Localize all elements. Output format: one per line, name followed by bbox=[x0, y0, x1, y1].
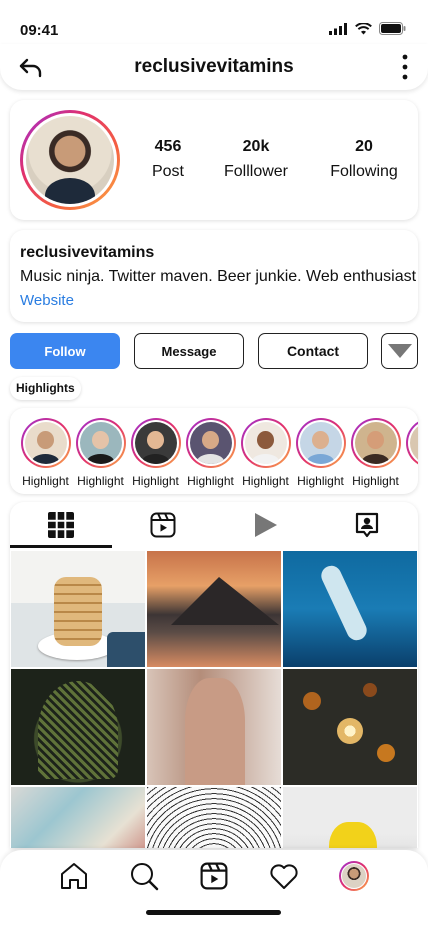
post-thumbnail[interactable] bbox=[146, 550, 282, 668]
content-tabs bbox=[10, 502, 418, 548]
reels-icon bbox=[200, 862, 228, 890]
nav-activity[interactable] bbox=[268, 860, 300, 892]
top-bar: reclusivevitamins bbox=[0, 44, 428, 90]
stat-followers[interactable]: 20k Folllower bbox=[216, 138, 296, 181]
search-icon bbox=[131, 863, 159, 891]
highlight-cover bbox=[189, 422, 232, 464]
tab-videos[interactable] bbox=[214, 502, 316, 548]
highlight-cover bbox=[354, 422, 397, 464]
highlight-item[interactable]: Highlight bbox=[183, 418, 238, 488]
highlight-item[interactable]: Highlight bbox=[18, 418, 73, 488]
highlights-row: Highlight Highlight Highlight Highlight … bbox=[10, 408, 418, 494]
signal-icon bbox=[329, 22, 347, 35]
status-bar: 09:41 bbox=[0, 0, 428, 44]
post-thumbnail[interactable] bbox=[10, 786, 146, 848]
highlight-item[interactable]: Highlight bbox=[73, 418, 128, 488]
post-thumbnail[interactable] bbox=[10, 550, 146, 668]
bio-website-link[interactable]: Website bbox=[20, 292, 74, 309]
stat-label: Following bbox=[330, 163, 398, 180]
suggestions-dropdown-button[interactable] bbox=[381, 333, 418, 369]
nav-profile[interactable] bbox=[338, 860, 370, 892]
battery-icon bbox=[379, 22, 406, 35]
post-thumbnail[interactable] bbox=[282, 550, 418, 668]
more-vertical-icon bbox=[402, 54, 408, 80]
stat-value: 456 bbox=[154, 138, 182, 155]
status-time: 09:41 bbox=[20, 22, 59, 39]
profile-username-title: reclusivevitamins bbox=[134, 56, 294, 77]
profile-card: 456 Post 20k Folllower 20 Following bbox=[10, 100, 418, 220]
post-thumbnail[interactable] bbox=[282, 786, 418, 848]
contact-button[interactable]: Contact bbox=[258, 333, 368, 369]
post-thumbnail[interactable] bbox=[10, 668, 146, 786]
highlight-item[interactable]: Highlight bbox=[293, 418, 348, 488]
highlight-label: Highlight bbox=[187, 474, 234, 488]
heart-icon bbox=[270, 864, 298, 889]
grid-icon bbox=[48, 512, 74, 538]
highlight-label: Highlight bbox=[242, 474, 289, 488]
stat-label: Folllower bbox=[223, 163, 288, 180]
bio-name: reclusivevitamins bbox=[20, 244, 155, 261]
follow-button[interactable]: Follow bbox=[10, 333, 120, 369]
stat-following[interactable]: 20 Following bbox=[324, 138, 404, 181]
nav-reels[interactable] bbox=[198, 860, 230, 892]
post-thumbnail[interactable] bbox=[282, 668, 418, 786]
status-icons bbox=[329, 22, 406, 35]
tab-reels[interactable] bbox=[112, 502, 214, 548]
stat-label: Post bbox=[151, 163, 184, 180]
highlight-cover bbox=[299, 422, 342, 464]
stat-value: 20 bbox=[355, 138, 373, 155]
highlights-section-label: Highlights bbox=[10, 377, 81, 400]
message-button[interactable]: Message bbox=[134, 333, 244, 369]
highlight-label: Highlight bbox=[22, 474, 69, 488]
play-icon bbox=[255, 513, 277, 537]
highlight-label: Highlight bbox=[352, 474, 399, 488]
highlight-item[interactable]: Highlight bbox=[238, 418, 293, 488]
wifi-icon bbox=[355, 22, 372, 34]
profile-avatar bbox=[339, 861, 369, 891]
tab-tagged[interactable] bbox=[316, 502, 418, 548]
stat-posts[interactable]: 456 Post bbox=[143, 138, 193, 181]
highlight-item[interactable]: Highlight bbox=[348, 418, 403, 488]
tab-posts-grid[interactable] bbox=[10, 502, 112, 548]
reels-icon bbox=[150, 512, 176, 538]
avatar-photo bbox=[26, 116, 114, 204]
highlight-cover bbox=[244, 422, 287, 464]
home-icon bbox=[61, 863, 87, 889]
post-thumbnail[interactable] bbox=[146, 668, 282, 786]
posts-panel bbox=[10, 502, 418, 848]
highlight-label: Hi bbox=[403, 474, 418, 488]
bio-card: reclusivevitamins Music ninja. Twitter m… bbox=[10, 230, 418, 322]
highlight-item[interactable]: Hi bbox=[403, 418, 418, 488]
more-options-button[interactable] bbox=[400, 54, 410, 80]
nav-home[interactable] bbox=[58, 860, 90, 892]
highlight-cover bbox=[24, 422, 67, 464]
home-indicator bbox=[146, 910, 281, 915]
post-thumbnail[interactable] bbox=[146, 786, 282, 848]
highlight-cover bbox=[79, 422, 122, 464]
photo-grid bbox=[10, 550, 418, 848]
highlight-label: Highlight bbox=[297, 474, 344, 488]
nav-search[interactable] bbox=[128, 860, 160, 892]
stat-value: 20k bbox=[242, 138, 270, 155]
highlight-label: Highlight bbox=[77, 474, 124, 488]
triangle-down-icon bbox=[387, 344, 412, 358]
bio-text: Music ninja. Twitter maven. Beer junkie.… bbox=[20, 268, 417, 285]
highlight-cover bbox=[134, 422, 177, 464]
highlight-label: Highlight bbox=[132, 474, 179, 488]
active-tab-indicator bbox=[10, 545, 112, 548]
tagged-icon bbox=[355, 512, 379, 538]
highlight-cover bbox=[409, 422, 418, 464]
highlight-item[interactable]: Highlight bbox=[128, 418, 183, 488]
profile-avatar[interactable] bbox=[20, 110, 120, 210]
